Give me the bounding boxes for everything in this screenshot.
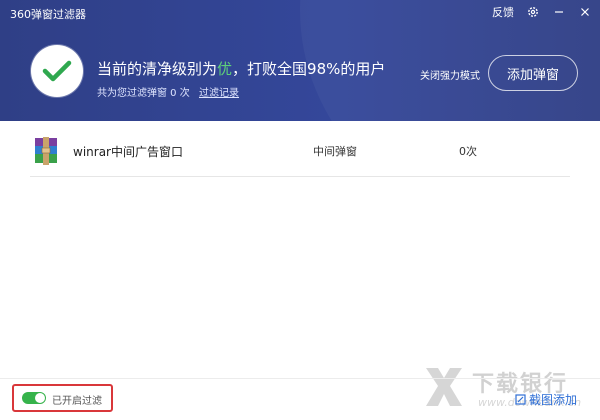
rule-name: winrar中间广告窗口 bbox=[73, 145, 183, 159]
rule-type: 中间弹窗 bbox=[313, 145, 357, 158]
screenshot-icon bbox=[515, 394, 526, 405]
status-prefix: 当前的清净级别为 bbox=[97, 60, 218, 78]
rule-count: 0次 bbox=[459, 145, 477, 158]
close-icon[interactable] bbox=[578, 5, 592, 19]
toggle-knob bbox=[35, 393, 45, 403]
screenshot-add-label: 截图添加 bbox=[529, 393, 578, 407]
footer-bar: 已开启过滤 bbox=[0, 378, 600, 420]
table-row[interactable]: winrar中间广告窗口 中间弹窗 0次 bbox=[30, 127, 570, 177]
winrar-icon bbox=[35, 137, 57, 165]
check-icon bbox=[42, 60, 72, 82]
filter-toggle[interactable] bbox=[22, 392, 46, 404]
minimize-icon[interactable] bbox=[552, 5, 566, 19]
status-level: 优 bbox=[217, 60, 233, 78]
filter-status-label: 已开启过滤 bbox=[52, 396, 102, 407]
header-banner: 360弹窗过滤器 反馈 当前的清净级别为优，打败全国98%的用户 共为您过滤弹窗… bbox=[0, 0, 600, 121]
window-title: 360弹窗过滤器 bbox=[10, 8, 86, 21]
filtered-count-text: 共为您过滤弹窗 0 次 bbox=[97, 88, 190, 99]
feedback-link[interactable]: 反馈 bbox=[492, 4, 514, 20]
window-controls: 反馈 bbox=[492, 4, 592, 20]
filter-toggle-highlight: 已开启过滤 bbox=[12, 384, 113, 412]
filter-history-link[interactable]: 过滤记录 bbox=[199, 84, 239, 99]
force-mode-toggle-link[interactable]: 关闭强力模式 bbox=[420, 67, 480, 82]
add-popup-button[interactable]: 添加弹窗 bbox=[488, 55, 578, 91]
status-check-badge bbox=[31, 45, 83, 97]
gear-icon[interactable] bbox=[526, 5, 540, 19]
cleanliness-status: 当前的清净级别为优，打败全国98%的用户 bbox=[97, 58, 385, 79]
filter-summary: 共为您过滤弹窗 0 次 过滤记录 bbox=[97, 84, 239, 99]
status-suffix: ，打败全国98%的用户 bbox=[232, 60, 386, 78]
screenshot-add-button[interactable]: 截图添加 bbox=[515, 391, 577, 408]
